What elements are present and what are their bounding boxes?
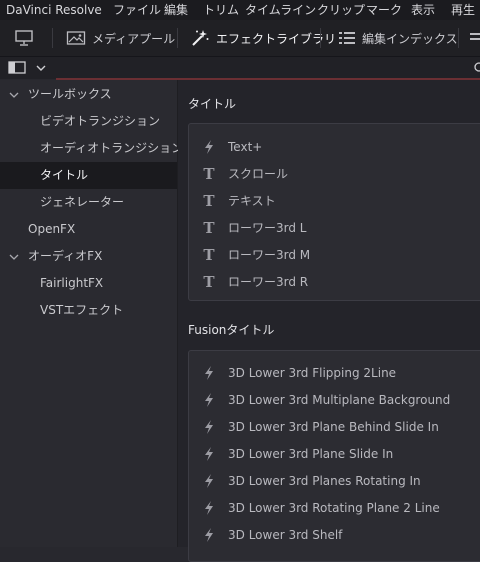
menu-mark[interactable]: マーク <box>366 0 402 20</box>
fusion-titles-list: 3D Lower 3rd Flipping 2Line 3D Lower 3rd… <box>188 350 480 562</box>
list-item-label: テキスト <box>228 194 276 208</box>
list-item-label: 3D Lower 3rd Flipping 2Line <box>228 365 397 380</box>
menu-timeline[interactable]: タイムライン <box>245 0 316 20</box>
menu-bar: DaVinci Resolve ファイル 編集 トリム タイムライン クリップ … <box>0 0 480 20</box>
text-t-icon: T <box>203 245 215 264</box>
toolbar-separator <box>52 28 53 48</box>
chevron-down-icon <box>9 92 19 98</box>
lightning-icon <box>205 527 213 542</box>
sidebar-item-toolbox[interactable]: ツールボックス <box>0 81 177 108</box>
toolbar-separator <box>177 28 178 48</box>
sidebar-item-audio-transitions[interactable]: オーディオトランジション <box>0 135 183 162</box>
text-t-icon: T <box>203 191 215 210</box>
sidebar-item-label: ビデオトランジション <box>40 114 161 128</box>
sidebar-item-video-transitions[interactable]: ビデオトランジション <box>0 108 177 135</box>
sidebar-item-label: VSTエフェクト <box>40 303 124 317</box>
edit-index-button[interactable]: 編集インデックス <box>338 20 458 56</box>
list-item[interactable]: T テキスト <box>189 187 480 214</box>
text-t-icon: T <box>203 218 215 237</box>
monitor-button[interactable] <box>14 20 40 56</box>
list-item[interactable]: T ローワー3rd R <box>189 268 480 295</box>
menu-trim[interactable]: トリム <box>203 0 239 20</box>
sidebar-item-label: ツールボックス <box>28 87 112 101</box>
menu-davinci-resolve[interactable]: DaVinci Resolve <box>6 0 102 20</box>
list-item-label: 3D Lower 3rd Rotating Plane 2 Line <box>228 500 440 515</box>
sidebar-item-label: FairlightFX <box>40 276 104 290</box>
media-pool-button[interactable]: メディアプール <box>66 20 175 56</box>
effects-content: タイトル Text+ T スクロール T テキスト T ローワー3rd L T … <box>178 80 480 562</box>
magic-wand-icon <box>192 30 209 46</box>
list-item-label: ローワー3rd L <box>228 221 307 235</box>
list-item[interactable]: 3D Lower 3rd Shelf <box>189 521 480 548</box>
titles-list: Text+ T スクロール T テキスト T ローワー3rd L T ローワー3… <box>188 123 480 301</box>
list-item-label: 3D Lower 3rd Multiplane Background <box>228 392 451 407</box>
list-item-label: Text+ <box>228 139 263 154</box>
text-t-icon: T <box>203 272 215 291</box>
sidebar-item-titles[interactable]: タイトル <box>0 162 177 189</box>
sidebar-item-label: オーディオFX <box>28 249 103 263</box>
effects-library-button[interactable]: エフェクトライブラリ <box>190 20 336 56</box>
list-item[interactable]: T ローワー3rd M <box>189 241 480 268</box>
sidebar-item-audio-fx[interactable]: オーディオFX <box>0 243 177 270</box>
sidebar-item-openfx[interactable]: OpenFX <box>0 216 177 243</box>
list-item[interactable]: 3D Lower 3rd Plane Behind Slide In <box>189 413 480 440</box>
lightning-icon <box>205 473 213 488</box>
menu-file[interactable]: ファイル <box>113 0 161 20</box>
chevron-down-icon <box>36 65 46 71</box>
menu-clip[interactable]: クリップ <box>317 0 365 20</box>
section-title-fusion-titles: Fusionタイトル <box>188 323 275 337</box>
list-item-label: 3D Lower 3rd Plane Behind Slide In <box>228 419 439 434</box>
sidebar-item-label: オーディオトランジション <box>40 141 184 155</box>
sidebar: ツールボックス ビデオトランジション オーディオトランジション タイトル ジェネ… <box>0 80 183 547</box>
image-icon <box>66 31 86 45</box>
lightning-icon <box>205 500 213 515</box>
list-item[interactable]: 3D Lower 3rd Rotating Plane 2 Line <box>189 494 480 521</box>
lightning-icon <box>205 139 213 154</box>
menu-view[interactable]: 表示 <box>411 0 435 20</box>
sidebar-item-fairlight-fx[interactable]: FairlightFX <box>0 270 177 297</box>
menu-edit[interactable]: 編集 <box>164 0 188 20</box>
list-item-label: 3D Lower 3rd Shelf <box>228 527 343 542</box>
list-item-label: ローワー3rd R <box>228 275 309 289</box>
lightning-icon <box>205 419 213 434</box>
more-toolbar-button[interactable] <box>470 20 480 56</box>
lightning-icon <box>205 446 213 461</box>
edit-index-label: 編集インデックス <box>362 31 458 46</box>
toolbar-separator <box>320 28 321 48</box>
list-item-label: スクロール <box>228 167 289 181</box>
monitor-icon <box>15 30 33 46</box>
list-item[interactable]: Text+ <box>189 133 480 160</box>
search-icon[interactable] <box>472 62 480 74</box>
effects-library-label: エフェクトライブラリ <box>216 31 337 46</box>
toolbar: メディアプール エフェクトライブラリ 編集インデックス <box>0 20 480 57</box>
panel-layout-toggle[interactable] <box>8 61 47 74</box>
list-icon <box>339 32 355 44</box>
chevron-down-icon <box>9 254 19 260</box>
list-item-label: 3D Lower 3rd Plane Slide In <box>228 446 394 461</box>
media-pool-label: メディアプール <box>92 31 176 46</box>
list-item[interactable]: 3D Lower 3rd Multiplane Background <box>189 386 480 413</box>
list-item[interactable]: 3D Lower 3rd Plane Slide In <box>189 440 480 467</box>
list-item-label: 3D Lower 3rd Planes Rotating In <box>228 473 421 488</box>
list-item[interactable]: 3D Lower 3rd Planes Rotating In <box>189 467 480 494</box>
sidebar-item-generators[interactable]: ジェネレーター <box>0 189 177 216</box>
section-title-titles: タイトル <box>188 97 237 111</box>
toolbar-separator <box>458 28 459 48</box>
lightning-icon <box>205 365 213 380</box>
list-item[interactable]: 3D Lower 3rd Flipping 2Line <box>189 359 480 386</box>
text-t-icon: T <box>203 164 215 183</box>
sidebar-item-label: ジェネレーター <box>40 195 125 209</box>
lightning-icon <box>205 392 213 407</box>
list-icon <box>470 33 480 40</box>
list-item[interactable]: T ローワー3rd L <box>189 214 480 241</box>
sidebar-layout-icon <box>8 61 26 74</box>
panel-header <box>0 57 480 80</box>
menu-playback[interactable]: 再生 <box>451 0 475 20</box>
sidebar-item-label: タイトル <box>40 168 89 182</box>
list-item-label: ローワー3rd M <box>228 248 311 262</box>
sidebar-item-label: OpenFX <box>28 222 76 236</box>
list-item[interactable]: T スクロール <box>189 160 480 187</box>
sidebar-item-vst-effects[interactable]: VSTエフェクト <box>0 297 177 324</box>
